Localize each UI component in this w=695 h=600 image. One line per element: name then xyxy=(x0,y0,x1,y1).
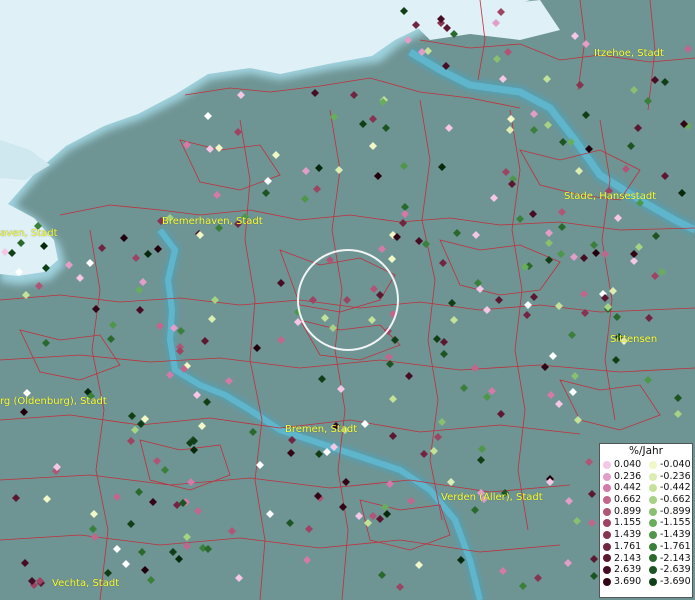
legend-swatch xyxy=(603,484,611,493)
legend-value: -1.439 xyxy=(660,529,691,541)
legend-value: -0.442 xyxy=(660,482,691,494)
legend-value: 0.236 xyxy=(614,470,642,482)
legend-value: 0.040 xyxy=(614,459,642,470)
legend-entry-positive: 3.690 xyxy=(600,576,646,588)
legend-value: 3.690 xyxy=(614,575,642,587)
legend-title: %/Jahr xyxy=(628,445,664,457)
legend-row: 1.761 -1.761 xyxy=(600,541,692,553)
legend-value: 2.639 xyxy=(614,564,642,576)
place-label-verden: Verden (Aller), Stadt xyxy=(441,492,543,503)
legend-swatch xyxy=(603,519,611,528)
legend-entry-positive: 2.143 xyxy=(600,553,646,565)
legend-row: 0.236 -0.236 xyxy=(600,471,692,483)
legend-swatch xyxy=(649,460,657,469)
map-canvas xyxy=(0,0,695,600)
legend-value: 2.143 xyxy=(614,552,642,564)
legend-row: 1.439 -1.439 xyxy=(600,529,692,541)
legend-entry-negative: -3.690 xyxy=(646,576,692,588)
legend-swatch xyxy=(603,554,611,563)
place-label-sittensen: Sittensen xyxy=(610,334,658,345)
place-label-itzehoe: Itzehoe, Stadt xyxy=(594,48,664,59)
legend-swatch xyxy=(649,577,657,586)
legend-swatch xyxy=(603,472,611,481)
legend-entry-negative: -1.761 xyxy=(646,541,692,553)
legend-swatch xyxy=(649,484,657,493)
legend-value: 0.442 xyxy=(614,482,642,494)
legend-swatch xyxy=(603,530,611,539)
place-label-vechta: Vechta, Stadt xyxy=(52,578,120,589)
legend-entry-positive: 1.155 xyxy=(600,517,646,529)
legend-entry-positive: 2.639 xyxy=(600,564,646,576)
legend-value: 1.761 xyxy=(614,540,642,552)
legend-entry-positive: 0.442 xyxy=(600,482,646,494)
legend-entry-negative: -2.639 xyxy=(646,564,692,576)
legend-swatch xyxy=(603,577,611,586)
legend-row: 2.639 -2.639 xyxy=(600,564,692,576)
legend-swatch xyxy=(649,495,657,504)
legend-row: 0.442 -0.442 xyxy=(600,482,692,494)
place-label-haven: aven, Stadt xyxy=(0,228,58,239)
legend-swatch xyxy=(649,472,657,481)
legend-entry-positive: 0.040 xyxy=(600,459,646,471)
legend-swatch xyxy=(603,495,611,504)
legend-row: 0.040 -0.040 xyxy=(600,459,692,471)
legend-entry-negative: -1.155 xyxy=(646,517,692,529)
legend-entry-positive: 0.236 xyxy=(600,471,646,483)
legend: %/Jahr 0.040 -0.040 0.236 -0.236 0.442 -0.442… xyxy=(599,443,693,598)
legend-row: 1.155 -1.155 xyxy=(600,517,692,529)
legend-swatch xyxy=(603,507,611,516)
legend-rows: 0.040 -0.040 0.236 -0.236 0.442 -0.442 0.662 -0… xyxy=(600,459,692,588)
legend-value: 0.662 xyxy=(614,494,642,506)
legend-entry-negative: -0.236 xyxy=(646,471,692,483)
legend-entry-positive: 1.439 xyxy=(600,529,646,541)
legend-swatch xyxy=(649,554,657,563)
legend-entry-positive: 0.662 xyxy=(600,494,646,506)
legend-entry-negative: -1.439 xyxy=(646,529,692,541)
legend-entry-negative: -0.040 xyxy=(646,459,692,471)
legend-row: 3.690 -3.690 xyxy=(600,576,692,588)
legend-swatch xyxy=(603,542,611,551)
legend-swatch xyxy=(603,460,611,469)
legend-swatch xyxy=(649,542,657,551)
legend-entry-negative: -0.442 xyxy=(646,482,692,494)
map-view[interactable]: Itzehoe, Stadt Bremerhaven, Stadt aven, … xyxy=(0,0,695,600)
legend-value: -1.761 xyxy=(660,540,691,552)
legend-value: -0.040 xyxy=(660,459,691,470)
legend-row: 0.899 -0.899 xyxy=(600,506,692,518)
legend-value: -2.143 xyxy=(660,552,691,564)
legend-swatch xyxy=(649,519,657,528)
legend-entry-negative: -2.143 xyxy=(646,553,692,565)
place-label-bremerhaven: Bremerhaven, Stadt xyxy=(162,216,263,227)
legend-value: -1.155 xyxy=(660,517,691,529)
legend-entry-negative: -0.899 xyxy=(646,506,692,518)
legend-swatch xyxy=(603,566,611,575)
legend-entry-negative: -0.662 xyxy=(646,494,692,506)
legend-value: 1.155 xyxy=(614,517,642,529)
place-label-oldenburg: rg (Oldenburg), Stadt xyxy=(0,396,107,407)
legend-value: -2.639 xyxy=(660,564,691,576)
legend-swatch xyxy=(649,507,657,516)
legend-swatch xyxy=(649,530,657,539)
legend-swatch xyxy=(649,566,657,575)
legend-value: -0.899 xyxy=(660,505,691,517)
place-label-bremen: Bremen, Stadt xyxy=(285,424,358,435)
legend-row: 2.143 -2.143 xyxy=(600,553,692,565)
legend-value: 1.439 xyxy=(614,529,642,541)
place-label-stade: Stade, Hansestadt xyxy=(564,191,657,202)
legend-entry-positive: 1.761 xyxy=(600,541,646,553)
legend-entry-positive: 0.899 xyxy=(600,506,646,518)
legend-value: 0.899 xyxy=(614,505,642,517)
legend-value: -0.236 xyxy=(660,470,691,482)
legend-row: 0.662 -0.662 xyxy=(600,494,692,506)
legend-value: -0.662 xyxy=(660,494,691,506)
legend-value: -3.690 xyxy=(660,575,691,587)
